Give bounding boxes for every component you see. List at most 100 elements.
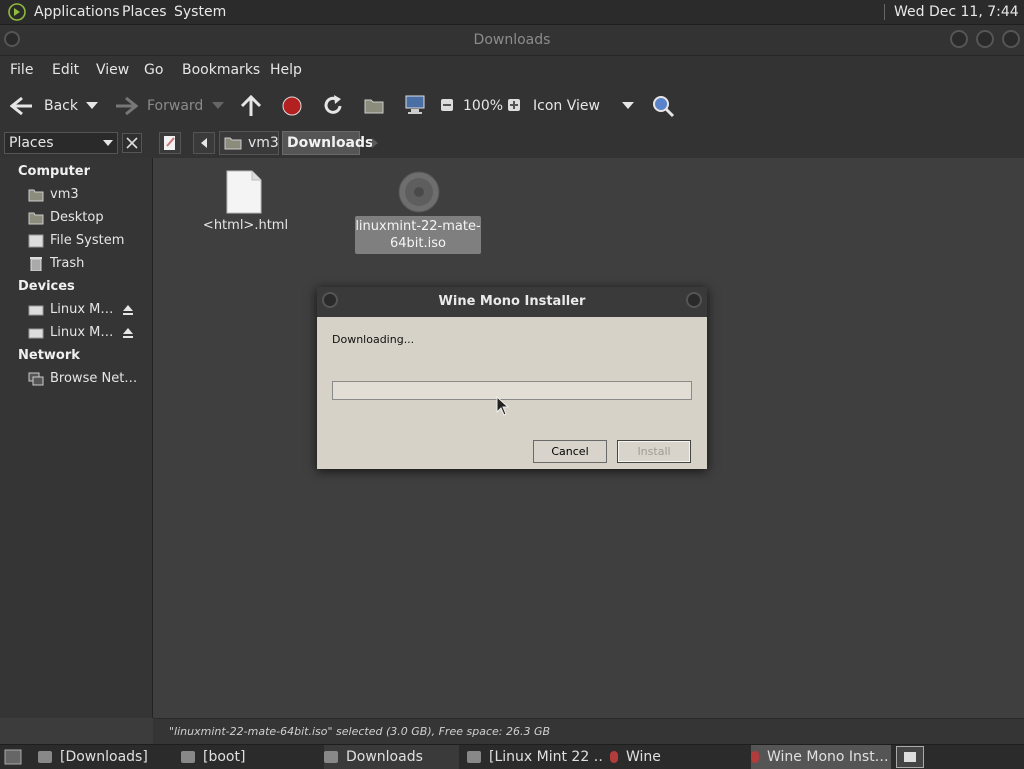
sidebar-item-browse-network[interactable]: Browse Net… (28, 369, 137, 389)
applications-menu[interactable]: Applications (34, 0, 120, 24)
zoom-out-icon[interactable] (440, 98, 454, 112)
sidebar-item-label: vm3 (50, 187, 79, 202)
sidebar-item-vm3[interactable]: vm3 (28, 185, 79, 205)
dialog-title: Wine Mono Installer (438, 294, 586, 309)
zoom-level[interactable]: 100% (463, 84, 503, 128)
eject-icon[interactable] (122, 304, 134, 316)
breadcrumb-downloads[interactable]: Downloads (282, 131, 373, 155)
sidebar-item-file-system[interactable]: File System (28, 231, 124, 251)
chevron-down-icon (103, 140, 113, 146)
wine-glass-icon (751, 751, 759, 763)
sidebar-item-desktop[interactable]: Desktop (28, 208, 104, 228)
location-bar (0, 128, 1024, 158)
view-mode-select[interactable]: Icon View (533, 84, 600, 128)
back-history-dropdown-icon[interactable] (86, 102, 98, 110)
sidebar-item-label: Linux M… (50, 302, 114, 317)
minimize-icon[interactable] (950, 30, 968, 48)
wine-glass-icon (610, 751, 618, 763)
back-button[interactable]: Back (44, 84, 78, 128)
search-icon[interactable] (651, 94, 675, 118)
menu-go[interactable]: Go (144, 56, 163, 84)
eject-icon[interactable] (122, 327, 134, 339)
drive-icon (28, 328, 44, 338)
breadcrumb-left-icon[interactable] (193, 132, 215, 154)
wine-mono-installer-dialog: Wine Mono Installer Downloading... Cance… (317, 287, 707, 469)
file-name: <html>.html (202, 218, 289, 233)
file-item-html[interactable]: <html>.html (193, 170, 298, 250)
forward-button[interactable]: Forward (147, 84, 203, 128)
show-desktop-icon[interactable] (4, 749, 22, 765)
home-folder-icon[interactable] (364, 96, 384, 114)
sidebar-type-select[interactable]: Places (4, 132, 118, 154)
back-arrow-icon[interactable] (10, 96, 34, 116)
menu-file[interactable]: File (10, 56, 33, 84)
sidebar-item-device-2[interactable]: Linux M… (28, 323, 113, 343)
task-wine-mono-installer[interactable]: Wine Mono Inst… (751, 745, 891, 769)
reload-icon[interactable] (322, 95, 344, 117)
places-menu[interactable]: Places (122, 0, 167, 24)
trash-icon (30, 256, 42, 271)
window-title: Downloads (473, 32, 551, 48)
sidebar-header-network: Network (18, 348, 80, 363)
desktop-folder-icon (28, 212, 44, 224)
forward-arrow-icon[interactable] (114, 96, 138, 116)
toolbar: Back Forward 100% Icon View (0, 84, 1024, 129)
home-folder-icon (28, 189, 44, 201)
close-icon[interactable] (1002, 30, 1020, 48)
breadcrumb-vm3[interactable]: vm3 (219, 131, 279, 155)
menu-help[interactable]: Help (270, 56, 302, 84)
breadcrumb-right-icon[interactable] (364, 132, 386, 154)
close-sidebar-icon[interactable] (122, 133, 142, 153)
folder-icon (324, 751, 338, 763)
task-wine[interactable]: Wine (610, 745, 745, 769)
zoom-in-icon[interactable] (507, 98, 521, 112)
computer-icon[interactable] (404, 94, 426, 116)
task-label: [boot] (203, 749, 246, 765)
forward-history-dropdown-icon[interactable] (212, 102, 224, 110)
task-downloads-minimized[interactable]: [Downloads] (38, 745, 173, 769)
html-file-icon (226, 170, 262, 214)
sidebar-item-label: Trash (50, 256, 85, 271)
panel-separator (884, 4, 885, 20)
menu-bookmarks[interactable]: Bookmarks (182, 56, 260, 84)
taskbar: [Downloads] [boot] Downloads [Linux Mint… (0, 744, 1024, 769)
mint-logo-icon[interactable] (8, 3, 26, 21)
dialog-titlebar[interactable]: Wine Mono Installer (317, 287, 707, 317)
task-label: Downloads (346, 749, 423, 765)
chevron-down-icon[interactable] (622, 102, 634, 110)
sidebar-item-device-1[interactable]: Linux M… (28, 300, 113, 320)
edit-location-icon[interactable] (159, 132, 181, 154)
menu-view[interactable]: View (96, 56, 129, 84)
sidebar-header-computer: Computer (18, 164, 91, 179)
sidebar-item-label: File System (50, 233, 125, 248)
folder-icon (181, 751, 195, 763)
sidebar-item-trash[interactable]: Trash (28, 254, 84, 274)
file-name-line: linuxmint-22-mate- (355, 219, 481, 234)
file-item-iso[interactable]: linuxmint-22-mate- 64bit.iso (355, 170, 481, 254)
task-label: Wine Mono Inst… (767, 749, 889, 765)
status-text: "linuxmint-22-mate-64bit.iso" selected (… (169, 725, 551, 738)
task-label: Wine (626, 749, 661, 765)
drive-icon (28, 234, 44, 247)
stop-icon[interactable] (282, 96, 302, 116)
maximize-icon[interactable] (976, 30, 994, 48)
disc-image-icon (398, 171, 440, 213)
menu-edit[interactable]: Edit (52, 56, 79, 84)
clock[interactable]: Wed Dec 11, 7:44 PM (894, 0, 1024, 44)
task-linux-mint[interactable]: [Linux Mint 22 … (467, 745, 602, 769)
system-menu[interactable]: System (174, 0, 226, 24)
dialog-menu-icon[interactable] (322, 292, 338, 308)
task-downloads[interactable]: Downloads (324, 745, 459, 769)
folder-icon (38, 751, 52, 763)
mouse-cursor-icon (496, 396, 510, 416)
dialog-close-icon[interactable] (686, 292, 702, 308)
workspace-switcher-icon[interactable] (896, 746, 924, 768)
network-icon (28, 372, 44, 385)
up-arrow-icon[interactable] (240, 94, 262, 118)
window-titlebar[interactable]: Downloads (0, 25, 1024, 56)
task-boot[interactable]: [boot] (181, 745, 316, 769)
file-name-line: 64bit.iso (390, 236, 446, 251)
breadcrumb-label: Downloads (287, 135, 374, 151)
install-button[interactable]: Install (617, 440, 691, 463)
cancel-button[interactable]: Cancel (533, 440, 607, 463)
